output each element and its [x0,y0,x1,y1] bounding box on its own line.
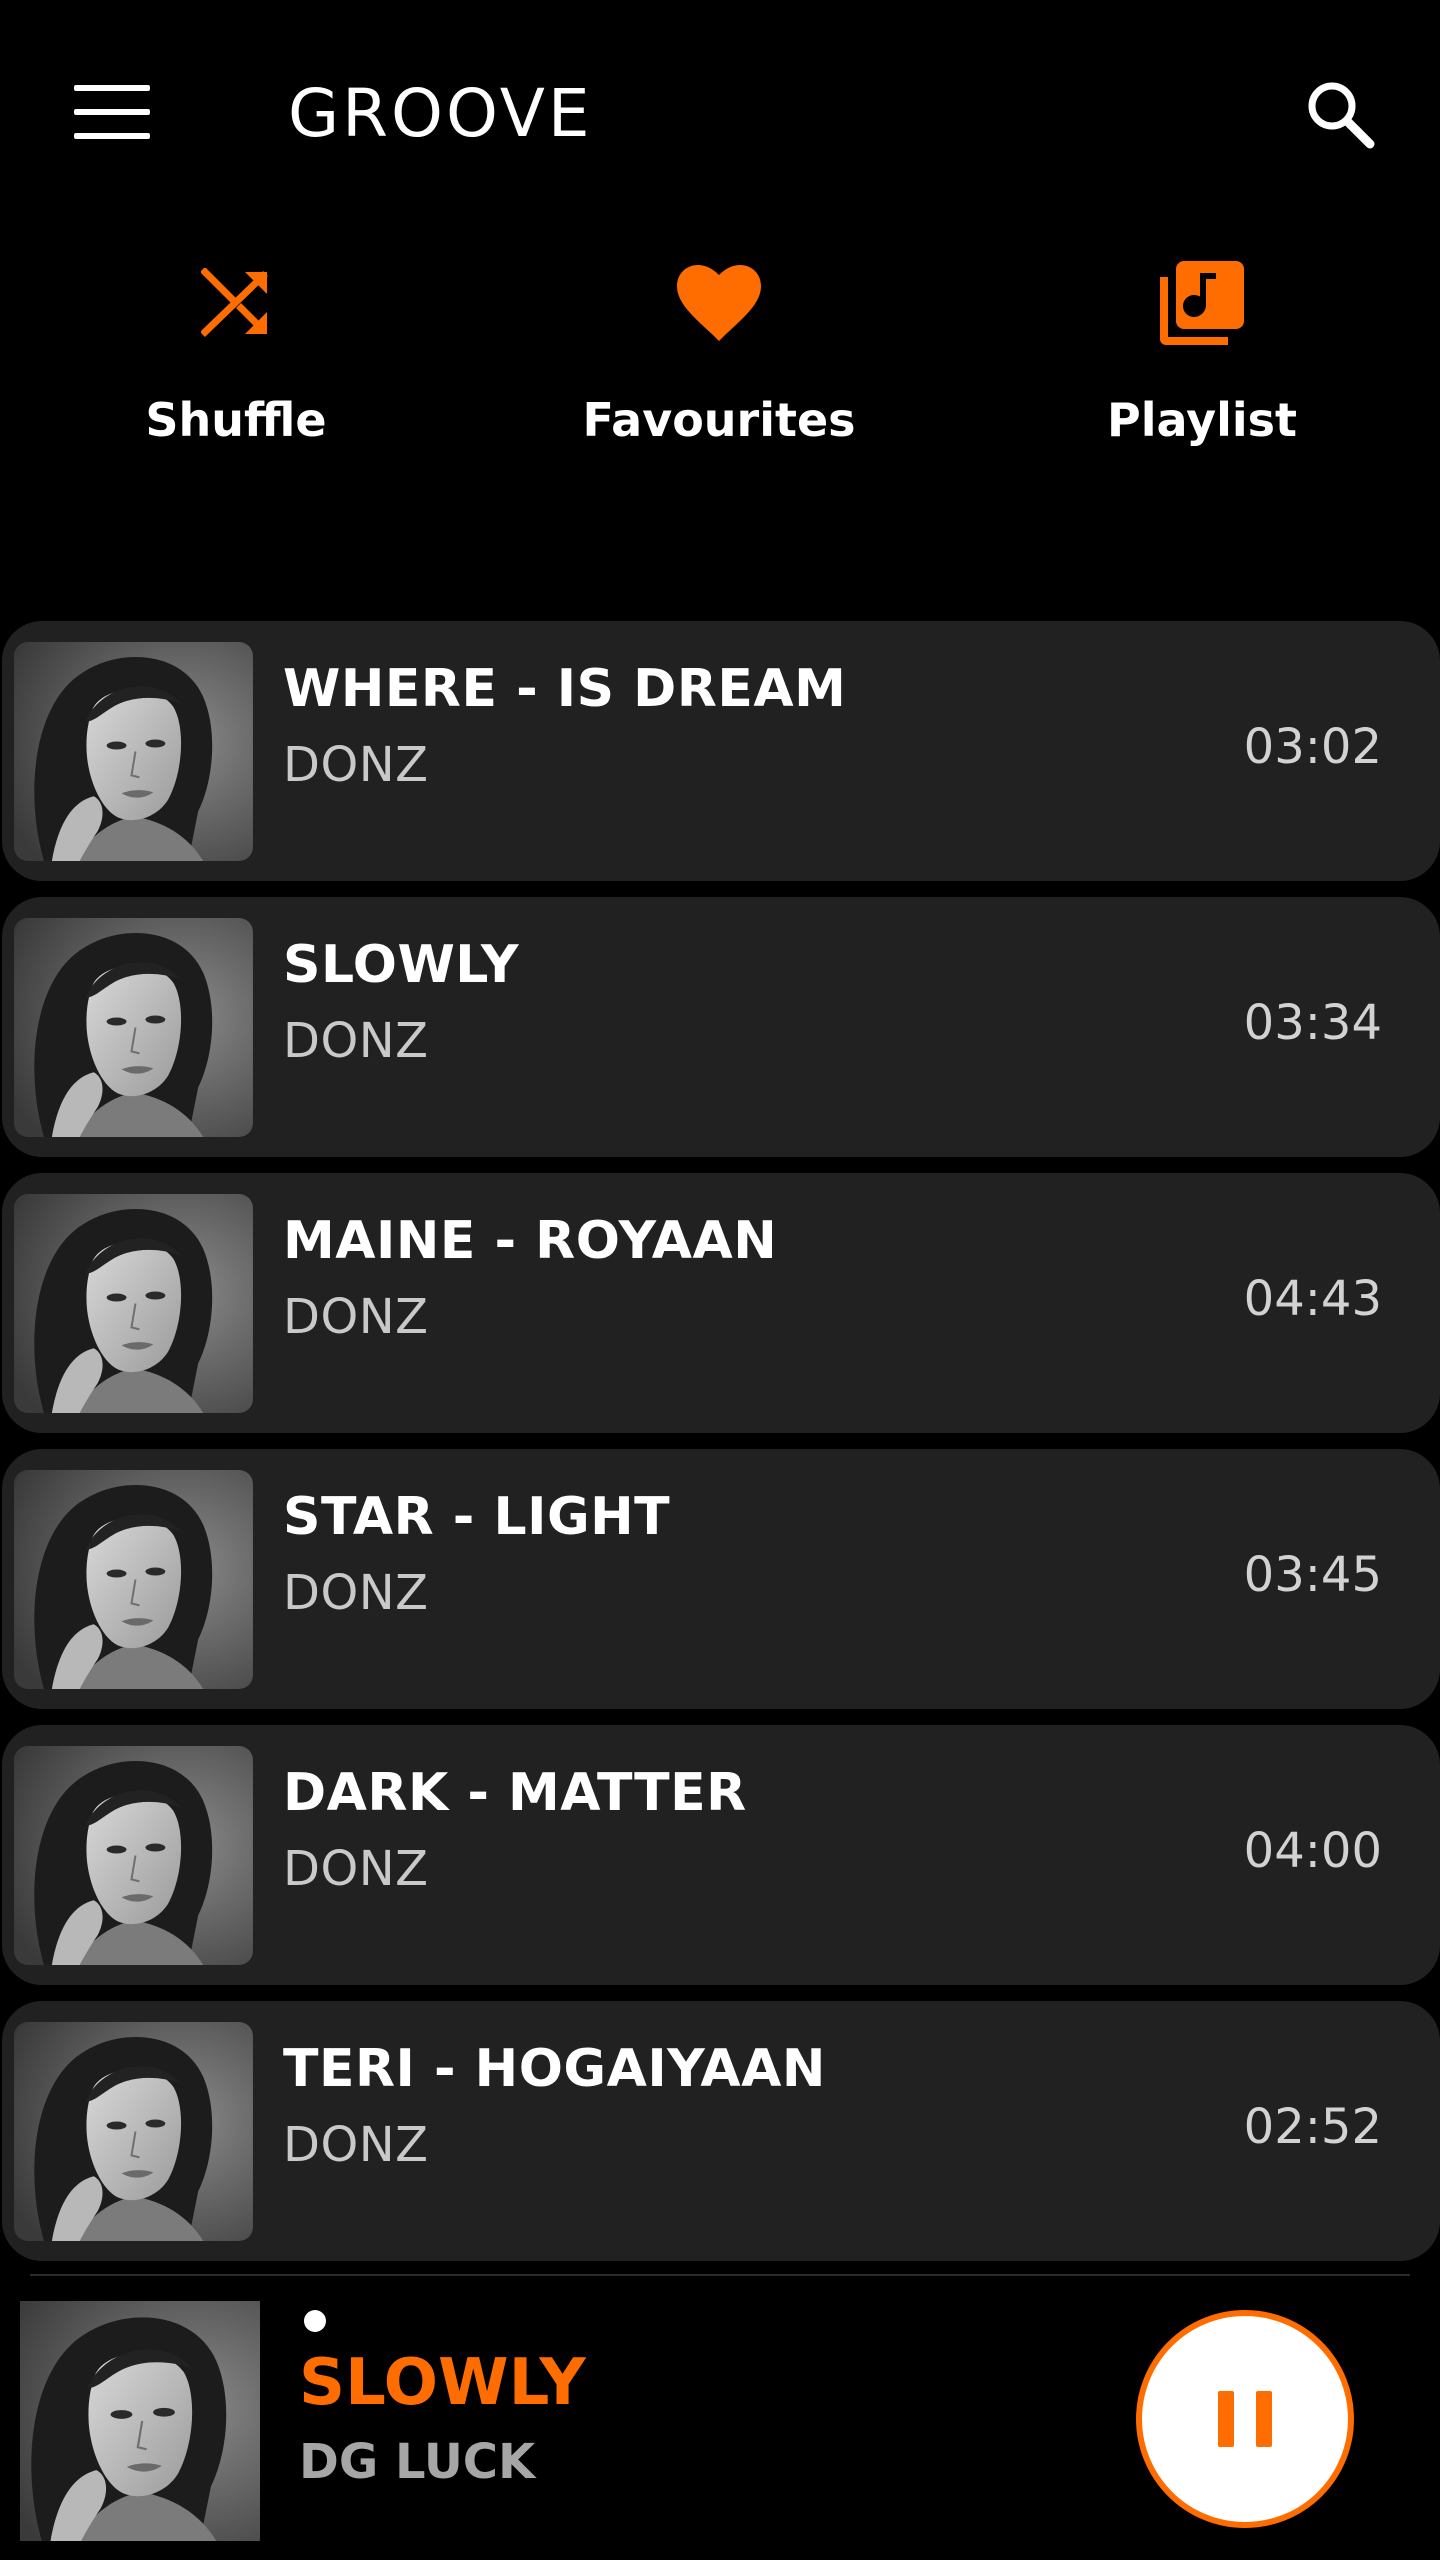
playing-indicator-dot [304,2310,326,2332]
song-title: STAR - LIGHT [283,1487,671,1547]
pause-button[interactable] [1136,2310,1354,2528]
song-artist: DONZ [283,737,429,793]
song-artist: DONZ [283,1565,429,1621]
now-playing-title: SLOWLY [299,2346,586,2420]
album-art [14,918,253,1137]
song-title: DARK - MATTER [283,1763,747,1823]
search-button[interactable] [1292,66,1388,162]
song-row[interactable]: STAR - LIGHT DONZ 03:45 [2,1449,1440,1709]
song-row[interactable]: WHERE - IS DREAM DONZ 03:02 [2,621,1440,881]
album-art [14,1470,253,1689]
song-title: SLOWLY [283,935,519,995]
album-art [14,2022,253,2241]
song-title: MAINE - ROYAAN [283,1211,778,1271]
hamburger-menu-icon [74,85,150,139]
song-title: TERI - HOGAIYAAN [283,2039,826,2099]
song-duration: 02:52 [1243,2099,1382,2155]
app-title: GROOVE [288,75,593,152]
album-art [14,1194,253,1413]
song-row[interactable]: DARK - MATTER DONZ 04:00 [2,1725,1440,1985]
shuffle-icon [188,255,284,351]
now-playing-artist: DG LUCK [299,2434,536,2490]
playlist-button[interactable]: Playlist [1002,255,1402,475]
music-library-icon [1154,255,1250,351]
search-icon [1304,78,1376,150]
album-art [14,1746,253,1965]
menu-button[interactable] [58,72,166,152]
song-duration: 04:43 [1243,1271,1382,1327]
song-artist: DONZ [283,2117,429,2173]
song-row[interactable]: TERI - HOGAIYAAN DONZ 02:52 [2,2001,1440,2261]
now-playing-album-art [20,2301,260,2541]
playlist-label: Playlist [1107,393,1297,447]
album-art [14,642,253,861]
app-bar: GROOVE [0,0,1440,228]
song-row[interactable]: MAINE - ROYAAN DONZ 04:43 [2,1173,1440,1433]
heart-icon [671,255,767,351]
song-artist: DONZ [283,1013,429,1069]
song-artist: DONZ [283,1841,429,1897]
favourites-button[interactable]: Favourites [519,255,919,475]
pause-icon [1218,2391,1272,2447]
song-list: WHERE - IS DREAM DONZ 03:02 SLOWLY DONZ … [0,621,1440,2277]
song-title: WHERE - IS DREAM [283,659,847,719]
song-duration: 03:02 [1243,719,1382,775]
shuffle-button[interactable]: Shuffle [36,255,436,475]
song-artist: DONZ [283,1289,429,1345]
song-duration: 03:34 [1243,995,1382,1051]
song-row[interactable]: SLOWLY DONZ 03:34 [2,897,1440,1157]
favourites-label: Favourites [582,393,856,447]
song-duration: 04:00 [1243,1823,1382,1879]
shuffle-label: Shuffle [145,393,327,447]
song-duration: 03:45 [1243,1547,1382,1603]
now-playing-bar[interactable]: SLOWLY DG LUCK [0,2276,1440,2560]
